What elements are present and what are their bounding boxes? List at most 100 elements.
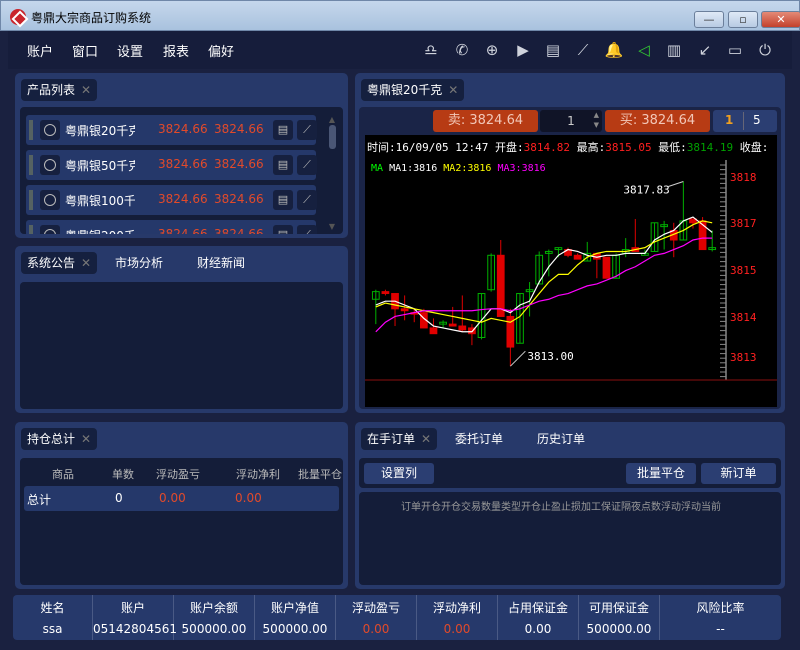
tab-market-analysis[interactable]: 市场分析	[109, 252, 169, 274]
menu-settings[interactable]: 设置	[117, 41, 143, 60]
product-row[interactable]: 粤鼎银200千克 3824.66 3824.66 ▤ ⟋	[26, 220, 317, 234]
quantity-stepper[interactable]: 1 ▲ ▼	[540, 110, 602, 132]
account-field-value: 0.00	[524, 622, 552, 636]
tab-positions-total[interactable]: 持仓总计 ✕	[21, 428, 98, 450]
account-field: 占用保证金 0.00	[498, 595, 579, 640]
app-logo-icon	[10, 9, 26, 25]
clipboard-icon[interactable]: ▤	[273, 155, 293, 175]
batch-close-button[interactable]: 批量平仓	[626, 463, 696, 484]
high-annotation: 3817.83	[623, 184, 669, 197]
menu-reports[interactable]: 报表	[163, 41, 189, 60]
clipboard-icon[interactable]: ▤	[273, 225, 293, 234]
set-columns-button[interactable]: 设置列	[364, 463, 434, 484]
product-row[interactable]: 粤鼎银20千克 3824.66 3824.66 ▤ ⟋	[26, 115, 317, 145]
candle-body[interactable]	[458, 325, 467, 331]
buy-price: 3824.66	[214, 122, 264, 136]
account-field-label: 可用保证金	[588, 601, 649, 615]
account-field: 风险比率 --	[660, 595, 781, 640]
chart-icon[interactable]: ⟋	[573, 40, 593, 60]
tab-label: 产品列表	[27, 83, 76, 97]
product-name: 粤鼎银200千克	[65, 227, 135, 234]
tab-product-list[interactable]: 产品列表 ✕	[21, 79, 98, 101]
chart-icon[interactable]: ⟋	[297, 120, 317, 140]
low-marker-line	[510, 350, 526, 367]
close-tab-icon[interactable]: ✕	[81, 432, 91, 446]
scroll-up-icon[interactable]: ▲	[327, 115, 337, 124]
tab-history-orders[interactable]: 历史订单	[531, 428, 591, 450]
tab-finance-news[interactable]: 财经新闻	[191, 252, 251, 274]
sell-button[interactable]: 卖: 3824.64	[433, 110, 538, 132]
chart-svg: 3818 3817 3815 3814 3813 3817.83 3813.00	[365, 160, 777, 381]
menu-account[interactable]: 账户	[27, 41, 53, 60]
clipboard-icon[interactable]: ▤	[543, 40, 563, 60]
clipboard-icon[interactable]: ▤	[273, 120, 293, 140]
close-button[interactable]: ✕	[761, 11, 800, 28]
candlestick-chart[interactable]: 时间:16/09/05 12:47 开盘:3814.82 最高:3815.05 …	[365, 135, 777, 407]
float-net: 0.00	[235, 491, 262, 505]
account-field-label: 账户	[120, 601, 145, 615]
candle-body[interactable]	[400, 308, 409, 312]
product-row[interactable]: 粤鼎银50千克 3824.66 3824.66 ▤ ⟋	[26, 150, 317, 180]
stepper-arrows-icon[interactable]: ▲ ▼	[594, 110, 599, 130]
shrink-icon[interactable]: ↙	[695, 40, 715, 60]
col-header[interactable]: 批量平仓	[298, 466, 342, 482]
col-header: 浮动净利	[236, 468, 280, 481]
menu-window[interactable]: 窗口	[72, 41, 98, 60]
candle-body[interactable]	[448, 323, 457, 327]
select-radio[interactable]	[40, 190, 60, 210]
menu-preferences[interactable]: 偏好	[208, 41, 234, 60]
new-order-button[interactable]: 新订单	[701, 463, 776, 484]
phone-icon[interactable]: ✆	[452, 40, 472, 60]
globe-icon[interactable]: ⊕	[482, 40, 502, 60]
account-field-value: 500000.00	[262, 622, 328, 636]
scrollbar[interactable]: ▲ ▼	[327, 115, 337, 231]
minimize-button[interactable]: —	[694, 11, 724, 28]
buy-button[interactable]: 买: 3824.64	[605, 110, 710, 132]
drag-handle-icon[interactable]	[29, 190, 33, 210]
scrollbar-thumb[interactable]	[329, 125, 336, 149]
fullscreen-icon[interactable]: ▭	[725, 40, 745, 60]
close-tab-icon[interactable]: ✕	[421, 432, 431, 446]
tab-system-notice[interactable]: 系统公告 ✕	[21, 252, 98, 274]
video-icon[interactable]: ▶	[513, 40, 533, 60]
candle-body[interactable]	[573, 254, 582, 260]
drag-handle-icon[interactable]	[29, 155, 33, 175]
candle-body[interactable]	[496, 254, 505, 317]
chart-icon[interactable]: ⟋	[297, 225, 317, 234]
layout-icon[interactable]: ▥	[664, 40, 684, 60]
chart-icon[interactable]: ⟋	[297, 155, 317, 175]
buy-price: 3824.66	[214, 227, 264, 234]
select-radio[interactable]	[40, 120, 60, 140]
qq-icon[interactable]: ♎	[421, 40, 441, 60]
positions-table: 商品 单数 浮动盈亏 浮动净利 批量平仓 总计 0 0.00 0.00	[20, 458, 343, 585]
close-tab-icon[interactable]: ✕	[448, 83, 458, 97]
table-row[interactable]: 总计 0 0.00 0.00	[24, 486, 339, 511]
select-radio[interactable]	[40, 225, 60, 234]
restore-button[interactable]: ▫	[728, 11, 758, 28]
drag-handle-icon[interactable]	[29, 120, 33, 140]
account-field: 浮动净利 0.00	[417, 595, 498, 640]
tab-open-orders[interactable]: 在手订单 ✕	[361, 428, 438, 450]
candle-body[interactable]	[602, 256, 611, 279]
chart-icon[interactable]: ⟋	[297, 190, 317, 210]
period-1-button[interactable]: 1	[725, 113, 733, 127]
candle-body[interactable]	[429, 327, 438, 335]
tab-chart-product[interactable]: 粤鼎银20千克 ✕	[361, 79, 465, 101]
sound-icon[interactable]: ◁	[634, 40, 654, 60]
close-tab-icon[interactable]: ✕	[81, 256, 91, 270]
candle-body[interactable]	[381, 291, 390, 295]
scroll-down-icon[interactable]: ▼	[327, 222, 337, 231]
orders-toolbar: 设置列 批量平仓 新订单	[359, 458, 781, 488]
drag-handle-icon[interactable]	[29, 225, 33, 234]
product-row[interactable]: 粤鼎银100千克 3824.66 3824.66 ▤ ⟋	[26, 185, 317, 215]
clipboard-icon[interactable]: ▤	[273, 190, 293, 210]
tab-pending-orders[interactable]: 委托订单	[449, 428, 509, 450]
power-icon[interactable]: ⏻	[755, 40, 775, 60]
period-5-button[interactable]: 5	[753, 113, 761, 127]
alarm-muted-icon[interactable]: 🔔	[604, 40, 624, 60]
quantity-value[interactable]: 1	[567, 114, 575, 128]
product-list-panel: 产品列表 ✕ 粤鼎银20千克 3824.66 3824.66 ▤ ⟋ 粤鼎银50千…	[15, 73, 348, 238]
account-field: 账户净值 500000.00	[255, 595, 336, 640]
close-tab-icon[interactable]: ✕	[81, 83, 91, 97]
select-radio[interactable]	[40, 155, 60, 175]
